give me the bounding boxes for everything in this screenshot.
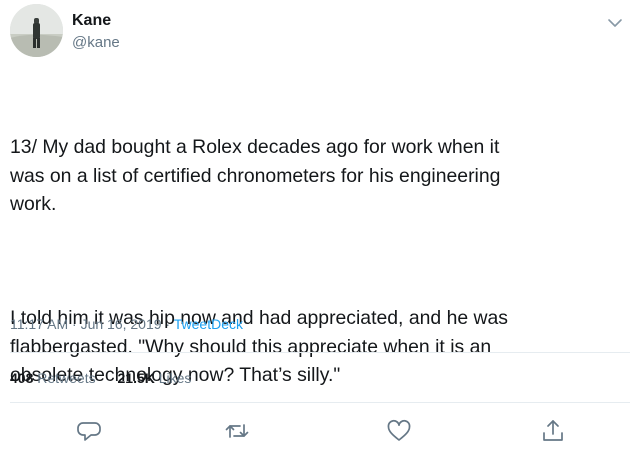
reply-icon[interactable] (76, 418, 102, 444)
tweet-time[interactable]: 11:17 AM (10, 316, 68, 332)
tweet-stats: 408 Retweets 21.5K Likes (10, 370, 191, 386)
heart-icon[interactable] (386, 418, 412, 444)
retweets-count: 408 (10, 370, 34, 386)
tweet-source-link[interactable]: TweetDeck (174, 316, 243, 332)
retweet-icon[interactable] (224, 418, 250, 444)
author-handle[interactable]: @kane (72, 34, 120, 51)
tweet-actions (0, 418, 640, 448)
share-icon[interactable] (540, 418, 566, 444)
avatar[interactable] (10, 4, 63, 57)
retweets-label: Retweets (37, 370, 96, 386)
likes-stat[interactable]: 21.5K Likes (118, 370, 192, 386)
tweet-meta: 11:17 AM · Jun 16, 2019 · TweetDeck (10, 316, 243, 332)
author-name[interactable]: Kane (72, 12, 111, 30)
divider (10, 352, 630, 353)
tweet-card: Kane @kane 13/ My dad bought a Rolex dec… (0, 0, 640, 455)
likes-count: 21.5K (117, 370, 155, 386)
meta-separator: · (161, 316, 174, 332)
tweet-header: Kane @kane (10, 4, 630, 64)
divider (10, 402, 630, 403)
retweets-stat[interactable]: 408 Retweets (10, 370, 96, 386)
likes-label: Likes (158, 370, 192, 386)
tweet-paragraph: 13/ My dad bought a Rolex decades ago fo… (10, 136, 501, 216)
tweet-text: 13/ My dad bought a Rolex decades ago fo… (10, 76, 622, 447)
chevron-down-icon[interactable] (606, 14, 624, 32)
meta-separator: · (68, 316, 81, 332)
tweet-date[interactable]: Jun 16, 2019 (81, 316, 162, 332)
